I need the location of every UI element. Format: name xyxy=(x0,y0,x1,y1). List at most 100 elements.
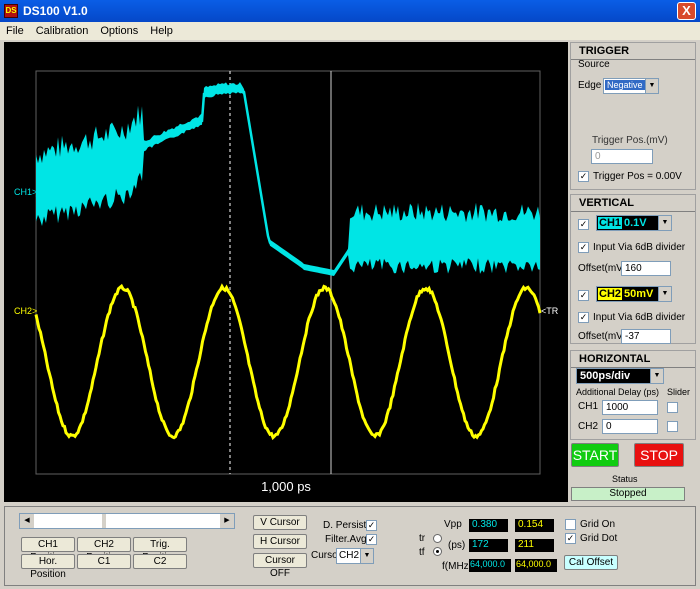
ch1-scale: 0.1V xyxy=(624,217,647,229)
scroll-right-icon[interactable]: ▶ xyxy=(220,514,234,528)
ch2-tr-tf-value: 211 xyxy=(515,539,554,552)
tr-radio[interactable] xyxy=(433,534,442,543)
horizontal-title: HORIZONTAL xyxy=(571,351,695,368)
stop-button[interactable]: STOP xyxy=(634,443,684,467)
filter-avg-checkbox[interactable]: ✓ xyxy=(366,534,377,545)
grid-on-label: Grid On xyxy=(580,519,616,530)
timebase-label: 1,000 ps xyxy=(261,479,311,494)
menu-bar: File Calibration Options Help xyxy=(0,22,700,40)
cursor-off-button[interactable]: Cursor OFF xyxy=(253,553,307,579)
ch2-delay-input[interactable]: 0 xyxy=(602,419,658,434)
ch2-position-button[interactable]: CH2 Position xyxy=(77,537,131,563)
trigger-edge-label: Edge xyxy=(578,80,602,91)
ch1-divider-checkbox[interactable]: ✓ xyxy=(578,242,589,253)
h-ch1-label: CH1 xyxy=(578,401,599,412)
tr-label: tr xyxy=(419,533,426,544)
trigger-pos-zero-label: Trigger Pos = 0.00V xyxy=(593,171,682,182)
h-ch2-label: CH2 xyxy=(578,421,599,432)
filter-avg-label: Filter.Avg xyxy=(325,534,367,545)
ch1-freq-value: 64,000.0 xyxy=(469,559,511,572)
d-persist-label: D. Persist xyxy=(323,520,367,531)
waveform-canvas xyxy=(34,70,542,475)
tf-radio[interactable] xyxy=(433,547,442,556)
c2-button[interactable]: C2 xyxy=(133,554,187,569)
ch2-enable-checkbox[interactable]: ✓ xyxy=(578,290,589,301)
ch2-offset-label: Offset(mV) xyxy=(578,331,627,342)
ch2-vpp-value: 0.154 xyxy=(515,519,554,532)
ch1-delay-input[interactable]: 1000 xyxy=(602,400,658,415)
close-button[interactable]: X xyxy=(677,2,696,20)
ch2-scale: 50mV xyxy=(624,288,654,300)
ch2-freq-value: 64,000.0 xyxy=(515,559,557,572)
edge-value: Negative xyxy=(605,80,645,90)
chevron-down-icon: ▼ xyxy=(658,287,671,301)
ch2-marker: CH2> xyxy=(14,306,38,316)
ch2-scale-select[interactable]: CH2 50mV ▼ xyxy=(596,286,672,302)
bottom-panel: ◀ ▶ CH1 Position CH2 Position Trig. Posi… xyxy=(4,506,696,586)
d-persist-checkbox[interactable]: ✓ xyxy=(366,520,377,531)
ch1-tr-tf-value: 172 xyxy=(469,539,508,552)
ch2-slider-checkbox[interactable] xyxy=(667,421,678,432)
app-icon: DS xyxy=(4,4,18,18)
timebase-select[interactable]: 500ps/div ▼ xyxy=(576,368,664,384)
ch1-position-button[interactable]: CH1 Position xyxy=(21,537,75,563)
window-title: DS100 V1.0 xyxy=(23,4,88,18)
ch1-vpp-value: 0.380 xyxy=(469,519,508,532)
freq-label: f(MHz) xyxy=(442,561,472,572)
ch2-divider-checkbox[interactable]: ✓ xyxy=(578,312,589,323)
vpp-label: Vpp xyxy=(444,519,462,530)
grid-dot-label: Grid Dot xyxy=(580,533,618,544)
position-scrollbar[interactable]: ◀ ▶ xyxy=(19,513,235,529)
ps-label: (ps) xyxy=(448,540,466,551)
ch2-offset-input[interactable]: -37 xyxy=(621,329,671,344)
menu-options[interactable]: Options xyxy=(94,25,144,37)
menu-file[interactable]: File xyxy=(0,25,30,37)
c1-button[interactable]: C1 xyxy=(77,554,131,569)
v-cursor-button[interactable]: V Cursor xyxy=(253,515,307,530)
menu-calibration[interactable]: Calibration xyxy=(30,25,95,37)
trigger-title: TRIGGER xyxy=(571,43,695,60)
trig-position-button[interactable]: Trig. Position xyxy=(133,537,187,563)
scope-display[interactable]: CH1> CH2> <TR 1,000 ps xyxy=(4,42,568,502)
trigger-pos-input[interactable]: 0 xyxy=(591,149,653,164)
vertical-title: VERTICAL xyxy=(571,195,695,212)
hor-position-button[interactable]: Hor. Position xyxy=(21,554,75,580)
chevron-down-icon: ▼ xyxy=(650,369,663,383)
start-button[interactable]: START xyxy=(571,443,619,467)
chevron-down-icon: ▼ xyxy=(645,79,658,93)
ch1-marker: CH1> xyxy=(14,187,38,197)
vertical-panel: VERTICAL ✓ CH1 0.1V ▼ ✓ Input Via 6dB di… xyxy=(570,194,696,344)
ch1-offset-label: Offset(mV) xyxy=(578,263,627,274)
scroll-left-icon[interactable]: ◀ xyxy=(20,514,34,528)
ch1-slider-checkbox[interactable] xyxy=(667,402,678,413)
chevron-down-icon: ▼ xyxy=(360,549,373,563)
edge-select[interactable]: Negative ▼ xyxy=(603,78,659,94)
tf-label: tf xyxy=(419,547,425,558)
scroll-thumb[interactable] xyxy=(102,514,106,528)
trigger-source-label: Source xyxy=(578,59,610,70)
cursor-value: CH2 xyxy=(339,550,360,561)
ch1-scale-select[interactable]: CH1 0.1V ▼ xyxy=(596,215,672,231)
cursor-select[interactable]: CH2 ▼ xyxy=(336,548,374,564)
h-cursor-button[interactable]: H Cursor xyxy=(253,534,307,549)
horizontal-panel: HORIZONTAL 500ps/div ▼ Additional Delay … xyxy=(570,350,696,440)
slider-label: Slider xyxy=(667,387,691,397)
trigger-pos-zero-checkbox[interactable]: ✓ xyxy=(578,171,589,182)
ch1-offset-input[interactable]: 160 xyxy=(621,261,671,276)
ch2-name: CH2 xyxy=(598,288,623,300)
status-label: Status xyxy=(612,474,638,484)
ch1-divider-label: Input Via 6dB divider xyxy=(593,242,686,253)
status-value: Stopped xyxy=(571,487,685,501)
trigger-pos-label: Trigger Pos.(mV) xyxy=(592,135,668,146)
timebase-value: 500ps/div xyxy=(580,370,631,382)
grid-dot-checkbox[interactable]: ✓ xyxy=(565,533,576,544)
chevron-down-icon: ▼ xyxy=(658,216,671,230)
menu-help[interactable]: Help xyxy=(144,25,179,37)
grid-on-checkbox[interactable] xyxy=(565,519,576,530)
cal-offset-button[interactable]: Cal Offset xyxy=(564,555,618,570)
ch1-enable-checkbox[interactable]: ✓ xyxy=(578,219,589,230)
trigger-panel: TRIGGER Source Edge Negative ▼ Trigger P… xyxy=(570,42,696,190)
ch2-divider-label: Input Via 6dB divider xyxy=(593,312,686,323)
title-bar: DS DS100 V1.0 X xyxy=(0,0,700,22)
ch1-name: CH1 xyxy=(598,217,623,229)
